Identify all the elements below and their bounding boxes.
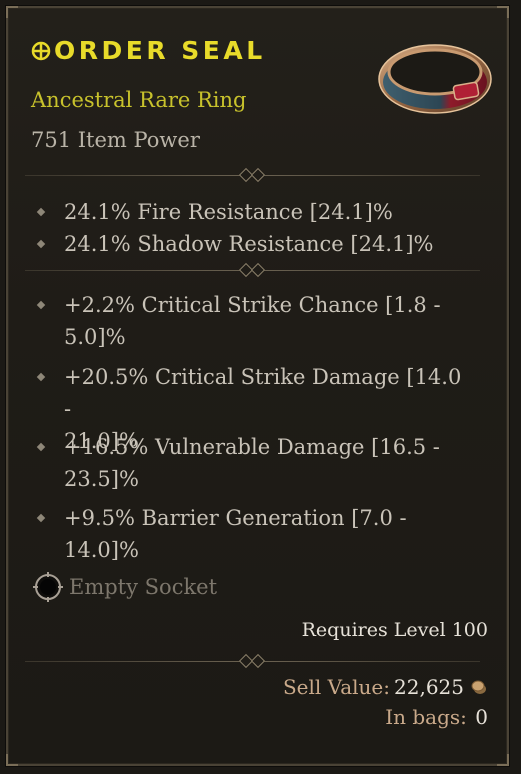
bags-label: In bags: [385, 705, 467, 729]
section-divider [25, 653, 480, 669]
bags-value: 0 [475, 705, 488, 729]
corner-ornament [497, 6, 509, 18]
affix-text: 24.1% Fire Resistance [24.1]% [64, 200, 393, 224]
corner-ornament [6, 6, 18, 18]
affix: +2.2% Critical Strike Chance [1.8 - 5.0]… [35, 289, 475, 353]
socket-label: Empty Socket [69, 575, 218, 599]
crosshair-circle-icon [31, 41, 51, 60]
affix: +9.5% Barrier Generation [7.0 - 14.0]% [35, 502, 475, 566]
section-divider [25, 167, 480, 183]
empty-socket-icon [33, 572, 63, 602]
implicit-affix: 24.1% Shadow Resistance [24.1]% [35, 228, 475, 260]
affix-text-line: +20.5% Critical Strike Damage [14.0 - [64, 365, 462, 421]
affix-text-line: 23.5]% [64, 467, 139, 491]
section-divider [25, 262, 480, 278]
sell-amount: 22,625 [394, 675, 464, 699]
sell-label: Sell Value: [282, 675, 391, 699]
item-type: Ancestral Rare Ring [31, 88, 247, 112]
affix-text: 24.1% Shadow Resistance [24.1]% [64, 232, 434, 256]
affix-text-line: +16.5% Vulnerable Damage [16.5 - [64, 435, 440, 459]
implicit-affix: 24.1% Fire Resistance [24.1]% [35, 196, 475, 228]
corner-ornament [497, 754, 509, 766]
item-name: ORDER SEAL [31, 36, 266, 65]
item-power: 751 Item Power [31, 128, 200, 152]
affix-text-line: +2.2% Critical Strike Chance [1.8 - [64, 293, 441, 317]
item-name-text: ORDER SEAL [54, 36, 266, 65]
affix-text-line: 14.0]% [64, 538, 139, 562]
affix-text-line: 5.0]% [64, 325, 126, 349]
affix: +16.5% Vulnerable Damage [16.5 - 23.5]% [35, 431, 475, 495]
affix-text-line: +9.5% Barrier Generation [7.0 - [64, 506, 407, 530]
ring-icon [378, 44, 492, 114]
bags-count: In bags: 0 [385, 705, 488, 729]
gold-coin-icon [471, 680, 486, 694]
sell-value: Sell Value: 22,625 [283, 675, 488, 699]
level-requirement: Requires Level 100 [301, 619, 488, 641]
corner-ornament [6, 754, 18, 766]
socket-row: Empty Socket [33, 571, 217, 603]
